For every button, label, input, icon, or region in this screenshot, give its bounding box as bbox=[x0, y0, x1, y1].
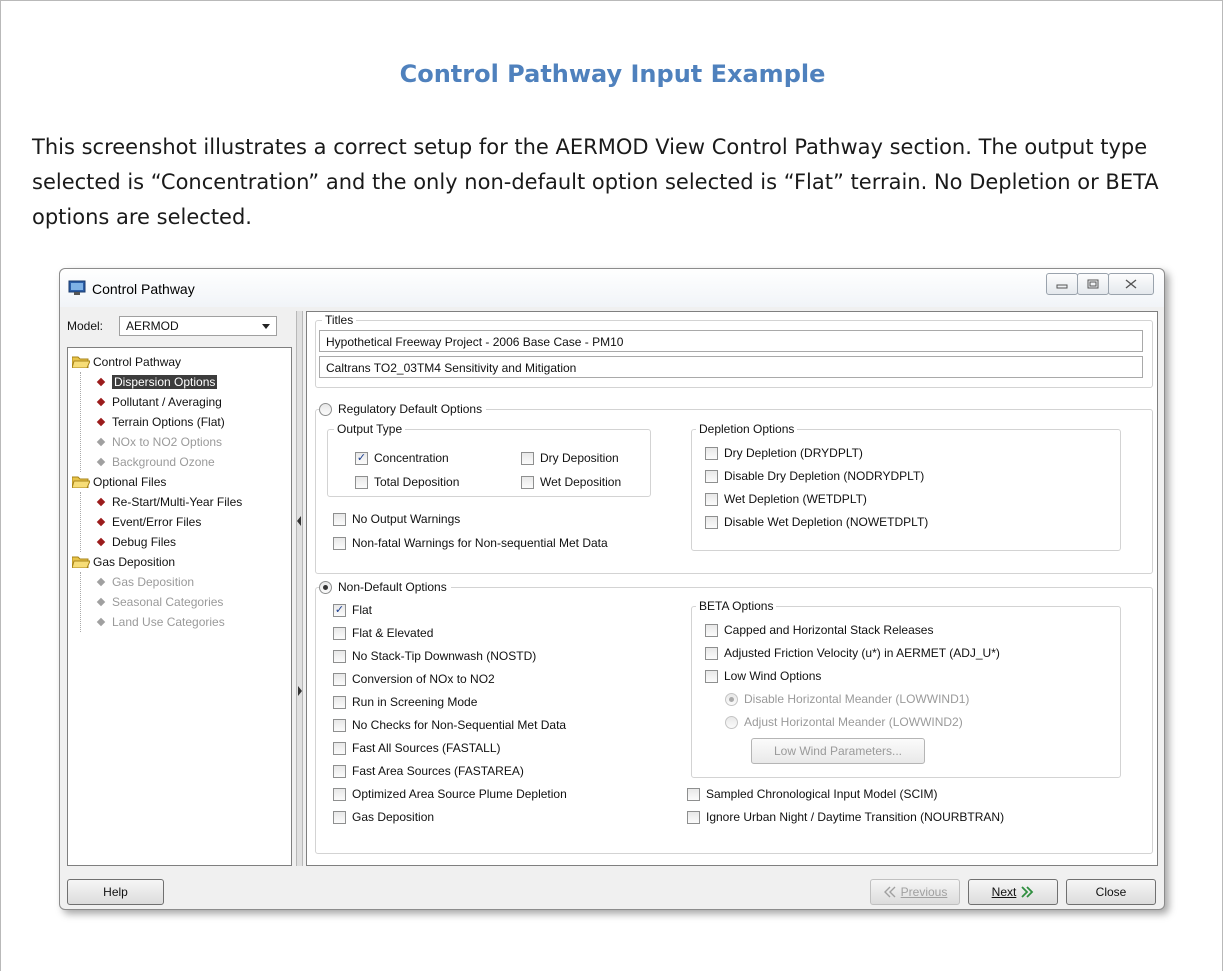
tree-bullet-icon bbox=[96, 597, 106, 607]
tree-bullet-icon bbox=[96, 397, 106, 407]
tree-node-gas-deposition[interactable]: Gas Deposition bbox=[68, 572, 291, 592]
tree-node-debug-files[interactable]: Debug Files bbox=[68, 532, 291, 552]
tree-bullet-icon bbox=[96, 457, 106, 467]
nourbtran-checkbox[interactable]: Ignore Urban Night / Daytime Transition … bbox=[687, 810, 1004, 824]
low-wind-checkbox[interactable]: Low Wind Options bbox=[705, 669, 821, 683]
adj-u-checkbox[interactable]: Adjusted Friction Velocity (u*) in AERME… bbox=[705, 646, 1000, 660]
model-label: Model: bbox=[67, 319, 104, 333]
tree-bullet-icon bbox=[96, 497, 106, 507]
tree-bullet-icon bbox=[96, 617, 106, 627]
options-panel: Titles Hypothetical Freeway Project - 20… bbox=[306, 311, 1158, 866]
minimize-icon[interactable] bbox=[1046, 273, 1078, 295]
output-type-label: Output Type bbox=[334, 422, 406, 436]
close-icon[interactable] bbox=[1108, 273, 1154, 295]
tree-node-event-error-files[interactable]: Event/Error Files bbox=[68, 512, 291, 532]
control-pathway-window: Control Pathway Model: AERMOD Control Pa… bbox=[59, 268, 1165, 910]
model-select-value: AERMOD bbox=[126, 319, 179, 333]
chevron-down-icon bbox=[262, 323, 270, 329]
expand-right-icon[interactable] bbox=[298, 686, 302, 696]
tree-bullet-icon bbox=[96, 377, 106, 387]
nonfatal-warnings-checkbox[interactable]: Non-fatal Warnings for Non-sequential Me… bbox=[333, 536, 608, 550]
flat-elevated-checkbox[interactable]: Flat & Elevated bbox=[333, 626, 433, 640]
sidebar: Model: AERMOD Control Pathway Dispersion… bbox=[67, 311, 292, 866]
low-wind-parameters-button[interactable]: Low Wind Parameters... bbox=[751, 738, 925, 764]
gas-deposition-checkbox[interactable]: Gas Deposition bbox=[333, 810, 434, 824]
tree-node-terrain-options[interactable]: Terrain Options (Flat) bbox=[68, 412, 291, 432]
screening-mode-checkbox[interactable]: Run in Screening Mode bbox=[333, 695, 477, 709]
wet-deposition-checkbox[interactable]: Wet Deposition bbox=[521, 475, 621, 489]
tree-node-optional-files[interactable]: Optional Files bbox=[68, 472, 291, 492]
tree-node-gas-deposition-folder[interactable]: Gas Deposition bbox=[68, 552, 291, 572]
double-chevron-left-icon bbox=[883, 886, 896, 898]
tree-node-nox-no2-options[interactable]: NOx to NO2 Options bbox=[68, 432, 291, 452]
lowwind2-radio[interactable]: Adjust Horizontal Meander (LOWWIND2) bbox=[725, 715, 963, 729]
document-paragraph: This screenshot illustrates a correct se… bbox=[32, 135, 1159, 229]
tree-node-restart-files[interactable]: Re-Start/Multi-Year Files bbox=[68, 492, 291, 512]
title-line-1-field[interactable]: Hypothetical Freeway Project - 2006 Base… bbox=[319, 330, 1143, 352]
folder-open-icon bbox=[72, 476, 90, 488]
collapse-left-icon[interactable] bbox=[297, 516, 301, 526]
app-icon bbox=[68, 280, 86, 295]
dry-depletion-checkbox[interactable]: Dry Depletion (DRYDPLT) bbox=[705, 446, 863, 460]
pane-splitter[interactable] bbox=[296, 311, 303, 866]
next-button[interactable]: Next bbox=[968, 879, 1058, 905]
tree-node-control-pathway[interactable]: Control Pathway bbox=[68, 352, 291, 372]
fastall-checkbox[interactable]: Fast All Sources (FASTALL) bbox=[333, 741, 501, 755]
model-row: Model: AERMOD bbox=[67, 316, 277, 336]
disable-dry-depletion-checkbox[interactable]: Disable Dry Depletion (NODRYDPLT) bbox=[705, 469, 924, 483]
folder-open-icon bbox=[72, 556, 90, 568]
dry-deposition-checkbox[interactable]: Dry Deposition bbox=[521, 451, 619, 465]
navigation-tree: Control Pathway Dispersion Options Pollu… bbox=[67, 347, 292, 866]
help-button[interactable]: Help bbox=[67, 879, 164, 905]
previous-button[interactable]: Previous bbox=[870, 879, 960, 905]
window-title: Control Pathway bbox=[92, 281, 195, 297]
title-line-2-field[interactable]: Caltrans TO2_03TM4 Sensitivity and Mitig… bbox=[319, 356, 1143, 378]
tree-node-pollutant-averaging[interactable]: Pollutant / Averaging bbox=[68, 392, 291, 412]
concentration-checkbox[interactable]: ✓ Concentration bbox=[355, 451, 449, 465]
tree-node-background-ozone[interactable]: Background Ozone bbox=[68, 452, 291, 472]
folder-open-icon bbox=[72, 356, 90, 368]
document-title: Control Pathway Input Example bbox=[399, 60, 826, 88]
tree-node-land-use-categories[interactable]: Land Use Categories bbox=[68, 612, 291, 632]
optimized-plume-checkbox[interactable]: Optimized Area Source Plume Depletion bbox=[333, 787, 567, 801]
double-chevron-right-icon bbox=[1021, 886, 1034, 898]
non-default-radio[interactable]: Non-Default Options bbox=[319, 580, 451, 594]
no-output-warnings-checkbox[interactable]: No Output Warnings bbox=[333, 512, 460, 526]
window-titlebar: Control Pathway bbox=[60, 269, 1164, 307]
beta-options-label: BETA Options bbox=[696, 599, 777, 613]
no-checks-checkbox[interactable]: No Checks for Non-Sequential Met Data bbox=[333, 718, 566, 732]
scim-checkbox[interactable]: Sampled Chronological Input Model (SCIM) bbox=[687, 787, 937, 801]
tree-bullet-icon bbox=[96, 577, 106, 587]
wet-depletion-checkbox[interactable]: Wet Depletion (WETDPLT) bbox=[705, 492, 867, 506]
model-select[interactable]: AERMOD bbox=[119, 316, 277, 336]
tree-node-dispersion-options[interactable]: Dispersion Options bbox=[68, 372, 291, 392]
nox-no2-checkbox[interactable]: Conversion of NOx to NO2 bbox=[333, 672, 495, 686]
capped-stack-checkbox[interactable]: Capped and Horizontal Stack Releases bbox=[705, 623, 933, 637]
close-button[interactable]: Close bbox=[1066, 879, 1156, 905]
regulatory-default-radio[interactable]: Regulatory Default Options bbox=[319, 402, 487, 416]
tree-bullet-icon bbox=[96, 417, 106, 427]
lowwind1-radio[interactable]: Disable Horizontal Meander (LOWWIND1) bbox=[725, 692, 969, 706]
tree-bullet-icon bbox=[96, 437, 106, 447]
total-deposition-checkbox[interactable]: Total Deposition bbox=[355, 475, 459, 489]
tree-bullet-icon bbox=[96, 517, 106, 527]
flat-checkbox[interactable]: ✓ Flat bbox=[333, 603, 372, 617]
maximize-icon[interactable] bbox=[1077, 273, 1109, 295]
fastarea-checkbox[interactable]: Fast Area Sources (FASTAREA) bbox=[333, 764, 524, 778]
tree-bullet-icon bbox=[96, 537, 106, 547]
disable-wet-depletion-checkbox[interactable]: Disable Wet Depletion (NOWETDPLT) bbox=[705, 515, 928, 529]
radio-button[interactable] bbox=[319, 402, 332, 416]
nostd-checkbox[interactable]: No Stack-Tip Downwash (NOSTD) bbox=[333, 649, 536, 663]
radio-button[interactable] bbox=[319, 580, 332, 594]
tree-node-seasonal-categories[interactable]: Seasonal Categories bbox=[68, 592, 291, 612]
depletion-options-label: Depletion Options bbox=[696, 422, 798, 436]
titles-label: Titles bbox=[322, 313, 357, 327]
